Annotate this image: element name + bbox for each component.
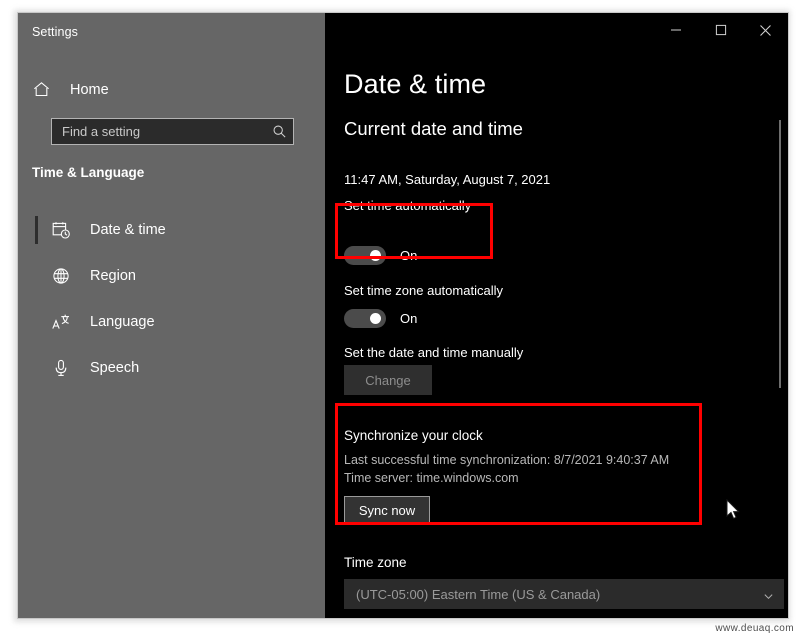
settings-window: Settings Home Time & Language [18, 13, 788, 618]
scrollbar-thumb[interactable] [779, 120, 781, 388]
toggle-knob [370, 313, 381, 324]
sidebar-item-region[interactable]: Region [18, 253, 325, 299]
sidebar-item-date-time[interactable]: Date & time [18, 207, 325, 253]
time-server-text: Time server: time.windows.com [344, 471, 519, 485]
language-icon [51, 312, 71, 332]
toggle-knob [370, 250, 381, 261]
synchronize-heading: Synchronize your clock [344, 428, 483, 443]
set-time-automatically-state: On [400, 248, 418, 263]
set-manually-label: Set the date and time manually [344, 345, 524, 360]
page-title: Date & time [344, 69, 487, 99]
app-title: Settings [32, 25, 78, 39]
sidebar-nav-list: Date & time Region Language Speech [18, 207, 325, 391]
sidebar-item-label: Speech [90, 360, 140, 376]
window-controls [653, 13, 788, 47]
search-icon[interactable] [272, 124, 287, 139]
timezone-selected-value: (UTC-05:00) Eastern Time (US & Canada) [356, 586, 601, 602]
sidebar-item-label: Region [90, 268, 136, 284]
content-scrollbar[interactable] [776, 13, 786, 618]
sidebar-item-home[interactable]: Home [32, 80, 109, 99]
home-icon [32, 80, 51, 99]
current-date-time-heading: Current date and time [344, 118, 523, 139]
mouse-cursor [726, 498, 740, 520]
set-time-automatically-toggle[interactable] [344, 246, 386, 265]
maximize-button[interactable] [698, 13, 743, 47]
sidebar-home-label: Home [70, 81, 109, 98]
sidebar-group-title: Time & Language [32, 165, 145, 180]
set-timezone-automatically-toggle[interactable] [344, 309, 386, 328]
set-time-automatically-label: Set time automatically [344, 198, 472, 213]
sidebar-item-speech[interactable]: Speech [18, 345, 325, 391]
current-date-time-value: 11:47 AM, Saturday, August 7, 2021 [344, 172, 551, 187]
search-input[interactable] [62, 124, 272, 139]
globe-icon [51, 266, 71, 286]
chevron-down-icon[interactable] [763, 589, 774, 600]
close-button[interactable] [743, 13, 788, 47]
timezone-select[interactable]: (UTC-05:00) Eastern Time (US & Canada) [344, 579, 784, 609]
last-sync-text: Last successful time synchronization: 8/… [344, 453, 670, 467]
sidebar-item-label: Language [90, 314, 155, 330]
sync-now-button[interactable]: Sync now [344, 496, 430, 524]
search-box[interactable] [51, 118, 294, 145]
microphone-icon [51, 358, 71, 378]
set-timezone-automatically-label: Set time zone automatically [344, 283, 503, 298]
set-timezone-automatically-state: On [400, 311, 418, 326]
content-pane: Date & time Current date and time 11:47 … [325, 13, 788, 618]
change-button[interactable]: Change [344, 365, 432, 395]
set-timezone-automatically-row[interactable]: On [344, 309, 417, 328]
sidebar: Settings Home Time & Language [18, 13, 325, 618]
set-time-automatically-row[interactable]: On [344, 246, 417, 265]
calendar-clock-icon [51, 220, 71, 240]
sidebar-item-label: Date & time [90, 222, 166, 238]
watermark: www.deuaq.com [715, 623, 794, 634]
minimize-button[interactable] [653, 13, 698, 47]
timezone-label: Time zone [344, 555, 407, 570]
sidebar-item-language[interactable]: Language [18, 299, 325, 345]
